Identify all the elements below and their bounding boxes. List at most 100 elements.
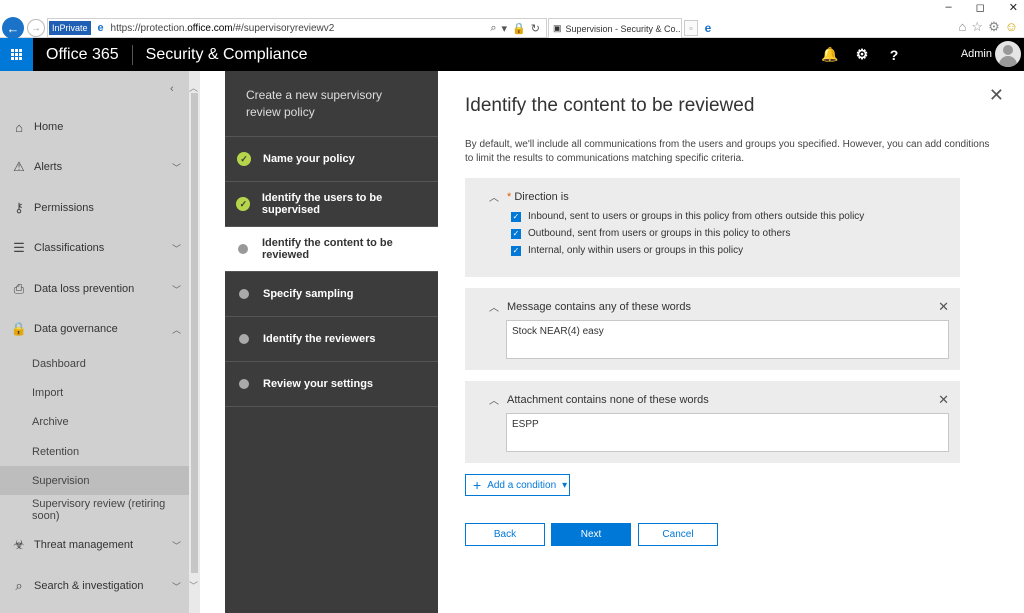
nav-item-data-loss-prevention[interactable]: ⎙ Data loss prevention ﹀: [0, 269, 189, 309]
message-condition-label: Message contains any of these words: [507, 300, 692, 313]
checkbox-label: Internal, only within users or groups in…: [528, 245, 744, 256]
search-icon[interactable]: ⌕: [490, 22, 496, 35]
gear-icon[interactable]: ⚙: [988, 19, 1000, 35]
back-button[interactable]: Back: [465, 523, 545, 546]
checkbox-checked-icon[interactable]: ✓: [511, 245, 521, 256]
direction-header[interactable]: ︿ * Direction is: [489, 189, 569, 205]
chevron-down-icon[interactable]: ▾: [502, 22, 508, 35]
close-icon[interactable]: ✕: [938, 392, 949, 408]
forward-button[interactable]: →: [27, 19, 45, 37]
wizard-step-identify-content[interactable]: Identify the content to be reviewed: [225, 227, 438, 272]
nav-item-alerts[interactable]: ⚠ Alerts ﹀: [0, 147, 189, 187]
wizard-step-review-settings[interactable]: Review your settings: [225, 362, 438, 407]
avatar[interactable]: [995, 41, 1021, 67]
chevron-down-icon[interactable]: ﹀: [172, 242, 181, 255]
collapse-nav-icon[interactable]: ‹: [170, 83, 174, 95]
browser-tab[interactable]: ▣ Supervision - Security & Co... ✕: [548, 18, 682, 38]
wizard-panel: Create a new supervisory review policy ✓…: [225, 71, 438, 613]
direction-condition: ︿ * Direction is ✓ Inbound, sent to user…: [465, 178, 960, 277]
chevron-up-icon[interactable]: ︿: [489, 392, 499, 407]
wizard-step-label: Identify the content to be reviewed: [261, 237, 393, 261]
app-name[interactable]: Security & Compliance: [133, 46, 308, 64]
scrollbar-thumb[interactable]: [191, 93, 198, 573]
bell-icon[interactable]: 🔔: [814, 38, 846, 71]
check-icon: ✓: [236, 197, 251, 211]
back-button[interactable]: ←: [2, 17, 24, 39]
close-window-button[interactable]: ✕: [1009, 1, 1018, 14]
wizard-step-name-policy[interactable]: ✓ Name your policy: [225, 137, 438, 182]
nav-item-threat-management[interactable]: ☣ Threat management ﹀: [0, 525, 189, 565]
help-icon[interactable]: ?: [878, 38, 910, 71]
nav-sub-item-supervision[interactable]: Supervision: [0, 466, 189, 495]
url-text[interactable]: https://protection.office.com/#/supervis…: [111, 23, 491, 34]
brand-name[interactable]: Office 365: [33, 46, 132, 64]
chevron-up-icon[interactable]: ︿: [489, 299, 499, 314]
refresh-icon[interactable]: ↻: [531, 22, 540, 35]
chevron-down-icon[interactable]: ﹀: [172, 539, 181, 552]
wizard-step-reviewers[interactable]: Identify the reviewers: [225, 317, 438, 362]
checkbox-checked-icon[interactable]: ✓: [511, 211, 521, 222]
chevron-down-icon[interactable]: ﹀: [172, 161, 181, 174]
home-icon[interactable]: ⌂: [959, 19, 967, 35]
inprivate-badge: InPrivate: [49, 21, 91, 35]
direction-option-inbound[interactable]: ✓ Inbound, sent to users or groups in th…: [511, 211, 864, 222]
next-button[interactable]: Next: [551, 523, 631, 546]
new-tab-button[interactable]: ▫: [684, 20, 698, 36]
nav-item-home[interactable]: ⌂ Home: [0, 107, 189, 147]
dlp-icon: ⎙: [13, 281, 25, 296]
biohazard-icon: ☣: [13, 537, 25, 552]
close-icon[interactable]: ✕: [938, 299, 949, 315]
page-icon: ▣: [553, 23, 562, 33]
nav-sub-item-retention[interactable]: Retention: [0, 437, 189, 466]
step-dot-icon: [239, 379, 249, 389]
direction-option-outbound[interactable]: ✓ Outbound, sent from users or groups in…: [511, 228, 790, 239]
wizard-step-label: Name your policy: [263, 153, 355, 165]
arrow-left-icon: ←: [6, 20, 20, 36]
caret-down-icon[interactable]: ﹀: [189, 579, 198, 592]
wizard-step-label: Review your settings: [263, 378, 374, 390]
star-icon[interactable]: ☆: [971, 19, 983, 35]
attachment-condition-header[interactable]: ︿ Attachment contains none of these word…: [489, 392, 709, 408]
user-name[interactable]: Admin: [961, 48, 992, 60]
nav-sub-item-import[interactable]: Import: [0, 378, 189, 407]
nav-item-permissions[interactable]: ⚷ Permissions: [0, 188, 189, 228]
cancel-button[interactable]: Cancel: [638, 523, 718, 546]
close-icon[interactable]: ✕: [989, 85, 1004, 106]
app-launcher-button[interactable]: [0, 38, 33, 71]
checkbox-checked-icon[interactable]: ✓: [511, 228, 521, 239]
chevron-down-icon[interactable]: ﹀: [172, 283, 181, 296]
lock-icon[interactable]: 🔒: [512, 22, 526, 35]
nav-sub-item-supervisory-review[interactable]: Supervisory review (retiring soon): [0, 495, 189, 524]
gear-icon[interactable]: ⚙: [846, 38, 878, 71]
attachment-words-input[interactable]: ESPP: [506, 413, 949, 452]
add-condition-button[interactable]: + Add a condition ▾: [465, 474, 570, 496]
address-bar[interactable]: InPrivate e https://protection.office.co…: [47, 18, 547, 38]
edge-icon[interactable]: e: [700, 20, 716, 36]
chevron-up-icon[interactable]: ︿: [172, 323, 181, 336]
step-dot-icon: [239, 289, 249, 299]
smiley-icon[interactable]: ☺: [1005, 19, 1018, 35]
nav-item-search-investigation[interactable]: ⌕ Search & investigation ﹀: [0, 566, 189, 606]
chevron-up-icon[interactable]: ︿: [489, 189, 499, 204]
message-words-input[interactable]: Stock NEAR(4) easy: [506, 320, 949, 359]
chevron-down-icon[interactable]: ﹀: [172, 580, 181, 593]
page-description: By default, we'll include all communicat…: [465, 139, 990, 164]
nav-item-label: Search & investigation: [34, 580, 144, 592]
direction-option-internal[interactable]: ✓ Internal, only within users or groups …: [511, 245, 743, 256]
wizard-step-sampling[interactable]: Specify sampling: [225, 272, 438, 317]
message-condition-header[interactable]: ︿ Message contains any of these words: [489, 299, 692, 315]
maximize-button[interactable]: ◻: [976, 1, 985, 14]
home-icon: ⌂: [15, 119, 23, 135]
nav-sub-item-archive[interactable]: Archive: [0, 407, 189, 436]
nav-scrollbar[interactable]: ︿ ﹀: [189, 71, 200, 613]
wizard-step-label: Specify sampling: [263, 288, 354, 300]
nav-item-data-governance[interactable]: 🔒 Data governance ︿: [0, 309, 189, 349]
wizard-step-identify-users[interactable]: ✓ Identify the users to be supervised: [225, 182, 438, 227]
nav-item-label: Classifications: [34, 242, 105, 254]
avatar-body: [999, 56, 1017, 67]
step-dot-icon: [238, 244, 249, 254]
nav-sub-item-dashboard[interactable]: Dashboard: [0, 349, 189, 378]
minimize-button[interactable]: –: [946, 1, 952, 14]
tab-title: Supervision - Security & Co...: [565, 23, 682, 34]
nav-item-classifications[interactable]: ☰ Classifications ﹀: [0, 228, 189, 268]
